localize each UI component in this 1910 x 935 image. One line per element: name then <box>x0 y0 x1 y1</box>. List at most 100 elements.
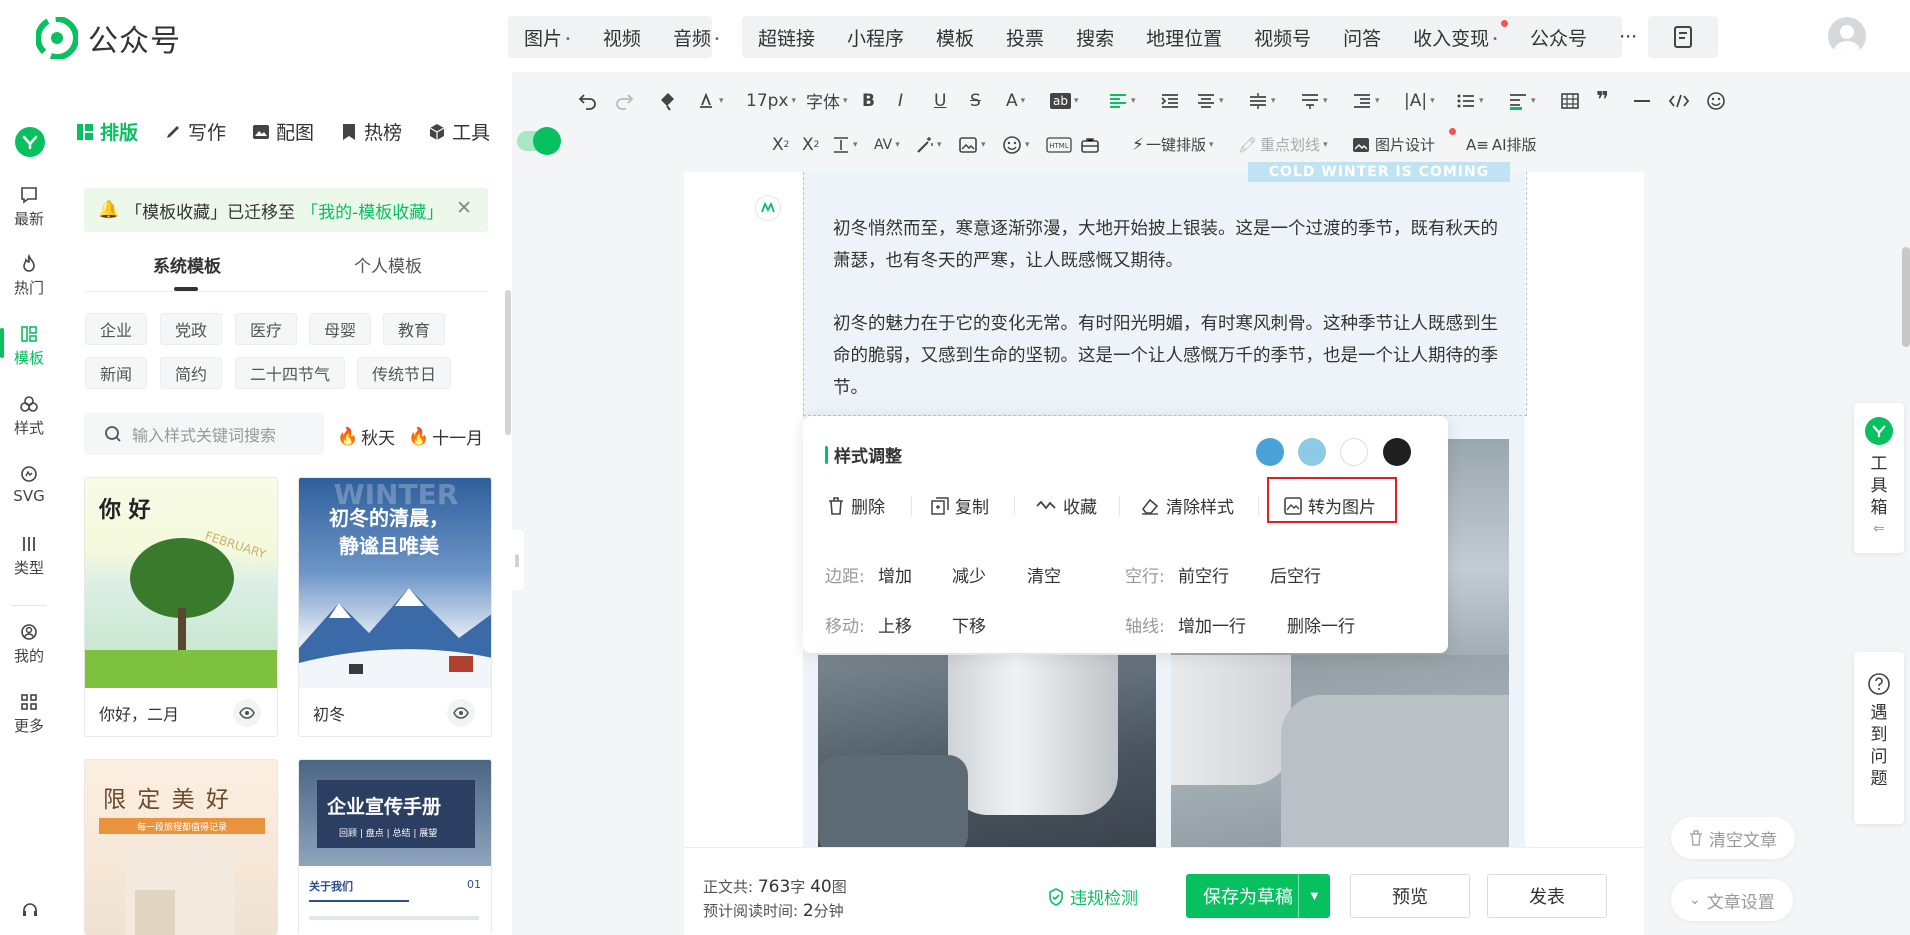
category-chip[interactable]: 党政 <box>160 313 223 345</box>
line-after-button[interactable]: 后空行 <box>1270 562 1321 587</box>
template-card[interactable]: 限 定 美 好 每一段旅程都值得记录 <box>84 759 278 935</box>
customer-service-button[interactable] <box>20 900 40 920</box>
hot-tag[interactable]: 🔥 十一月 <box>408 424 483 450</box>
insert-image-menu[interactable]: 图片 • <box>508 24 587 51</box>
photo-cup-right[interactable] <box>1171 655 1509 847</box>
text-direction-icon[interactable]: |A| ▾ <box>1404 91 1456 111</box>
page-scrollbar[interactable] <box>1902 247 1910 347</box>
panel-toggle-switch[interactable] <box>517 127 561 155</box>
insert-link-button[interactable]: 超链接 <box>742 24 831 51</box>
html-icon[interactable]: HTML <box>1046 136 1080 153</box>
color-swatch[interactable] <box>1383 438 1411 466</box>
table-icon[interactable] <box>1560 92 1596 110</box>
category-chip[interactable]: 医疗 <box>235 313 298 345</box>
undo-icon[interactable] <box>578 92 614 110</box>
line-before-button[interactable]: 前空行 <box>1178 562 1229 587</box>
tab-layout[interactable]: 排版 <box>76 118 138 145</box>
color-swatch[interactable] <box>1340 438 1368 466</box>
clear-format-icon[interactable]: ▾ <box>696 91 746 111</box>
tab-personal-templates[interactable]: 个人模板 <box>354 252 422 277</box>
template-card[interactable]: 企业宣传手册 回顾 | 盘点 | 总结 | 展望 关于我们 01 <box>298 759 492 935</box>
favorite-button[interactable]: 收藏 <box>1035 493 1097 518</box>
category-chip[interactable]: 新闻 <box>85 357 148 389</box>
insert-qa-button[interactable]: 问答 <box>1327 24 1397 51</box>
char-spacing-icon[interactable]: AV ▾ <box>874 137 916 153</box>
superscript-icon[interactable]: X2 <box>772 135 802 155</box>
side-margin-icon[interactable]: ▾ <box>1352 92 1404 110</box>
font-color-icon[interactable]: A ▾ <box>1006 91 1050 111</box>
preview-button[interactable]: 预览 <box>1350 874 1470 918</box>
insert-miniprogram-button[interactable]: 小程序 <box>831 24 920 51</box>
insert-search-button[interactable]: 搜索 <box>1060 24 1130 51</box>
underline-icon[interactable]: U <box>934 91 970 111</box>
nav-mine[interactable]: 我的 <box>0 622 58 666</box>
tab-write[interactable]: 写作 <box>164 118 226 145</box>
font-family-select[interactable]: 字体 ▾ <box>806 88 862 113</box>
paragraph[interactable]: 初冬悄然而至，寒意逐渐弥漫，大地开始披上银装。这是一个过渡的季节，既有秋天的萧瑟… <box>833 213 1498 277</box>
insert-monetize-menu[interactable]: 收入变现 • <box>1397 19 1514 51</box>
code-icon[interactable] <box>1668 92 1706 110</box>
insert-vote-button[interactable]: 投票 <box>990 24 1060 51</box>
save-draft-button[interactable]: 保存为草稿 ▼ <box>1186 874 1330 918</box>
hot-tag[interactable]: 🔥 秋天 <box>337 424 395 450</box>
line-height-icon[interactable]: ▾ <box>1248 92 1300 110</box>
nav-template[interactable]: 模板 <box>0 324 58 368</box>
collapse-panel-handle[interactable]: ‖ <box>510 530 524 590</box>
category-chip[interactable]: 传统节日 <box>357 357 452 389</box>
photo-cup-left[interactable] <box>818 655 1156 847</box>
panel-scrollbar[interactable] <box>505 290 511 435</box>
italic-icon[interactable]: I <box>898 91 934 111</box>
image-design-button[interactable]: 图片设计 <box>1352 128 1466 155</box>
divider-icon[interactable] <box>1632 92 1668 110</box>
insert-location-button[interactable]: 地理位置 <box>1130 24 1238 51</box>
insert-account-button[interactable]: 公众号 <box>1514 24 1603 51</box>
highlight-underline-menu[interactable]: 🖍 重点划线 ▾ <box>1238 134 1352 155</box>
more-menu-button[interactable]: ··· <box>1603 26 1653 48</box>
category-chip[interactable]: 企业 <box>85 313 148 345</box>
nav-type[interactable]: 类型 <box>0 534 58 578</box>
clear-style-button[interactable]: 清除样式 <box>1140 493 1234 518</box>
publish-button[interactable]: 发表 <box>1487 874 1607 918</box>
margin-increase-button[interactable]: 增加 <box>878 562 912 587</box>
plugin-logo[interactable] <box>15 127 45 157</box>
copy-button[interactable]: 复制 <box>931 493 989 518</box>
ai-layout-button[interactable]: A≡ AI排版 <box>1466 134 1546 155</box>
clear-article-button[interactable]: 清空文章 <box>1671 817 1795 859</box>
toolbox-panel-button[interactable]: 工具箱 ⇐ <box>1854 403 1904 553</box>
tab-tools[interactable]: 工具 <box>428 118 490 145</box>
vertical-align-icon[interactable]: ▾ <box>832 136 874 154</box>
template-card[interactable]: 你 好 FEBRUARY 你好，二月 <box>84 477 278 737</box>
paragraph[interactable]: 初冬的魅力在于它的变化无常。有时阳光明媚，有时寒风刺骨。这种季节让人既感到生命的… <box>833 308 1498 404</box>
user-avatar[interactable] <box>1828 17 1866 55</box>
indent-icon[interactable] <box>1160 92 1196 110</box>
sticker-icon[interactable]: ▾ <box>1002 135 1046 155</box>
notice-link[interactable]: 「我的-模板收藏」 <box>301 198 443 223</box>
chevron-down-icon[interactable]: ▼ <box>1298 874 1330 918</box>
tab-trending[interactable]: 热榜 <box>340 118 402 145</box>
nav-latest[interactable]: 最新 <box>0 185 58 229</box>
magic-wand-icon[interactable]: ▾ <box>916 136 958 154</box>
redo-icon[interactable] <box>614 92 658 110</box>
close-icon[interactable]: ✕ <box>456 197 472 219</box>
template-card[interactable]: WINTER 初冬的清晨， 静谧且唯美 初冬 <box>298 477 492 737</box>
toolbox-briefcase-icon[interactable] <box>1080 136 1132 154</box>
category-chip[interactable]: 教育 <box>383 313 446 345</box>
compliance-check-button[interactable]: 违规检测 <box>1048 884 1138 909</box>
category-chip[interactable]: 母婴 <box>309 313 372 345</box>
strikethrough-icon[interactable]: S <box>970 91 1006 111</box>
preview-eye-icon[interactable] <box>233 699 261 727</box>
color-swatch[interactable] <box>1298 438 1326 466</box>
delete-button[interactable]: 删除 <box>827 493 885 518</box>
insert-template-button[interactable]: 模板 <box>920 24 990 51</box>
draft-list-button[interactable] <box>1648 16 1718 58</box>
quote-icon[interactable]: ❞ <box>1596 88 1632 113</box>
help-button[interactable]: 遇到问题 <box>1854 652 1904 824</box>
list-icon[interactable]: ▾ <box>1456 92 1508 110</box>
nav-hot[interactable]: 热门 <box>0 254 58 298</box>
preview-eye-icon[interactable] <box>447 699 475 727</box>
emoji-icon[interactable] <box>1706 91 1736 111</box>
margin-decrease-button[interactable]: 减少 <box>952 562 986 587</box>
background-color-icon[interactable]: ab ▾ <box>1050 92 1108 109</box>
format-painter-icon[interactable] <box>658 91 696 111</box>
template-search-input[interactable]: 输入样式关键词搜索 <box>84 413 324 455</box>
